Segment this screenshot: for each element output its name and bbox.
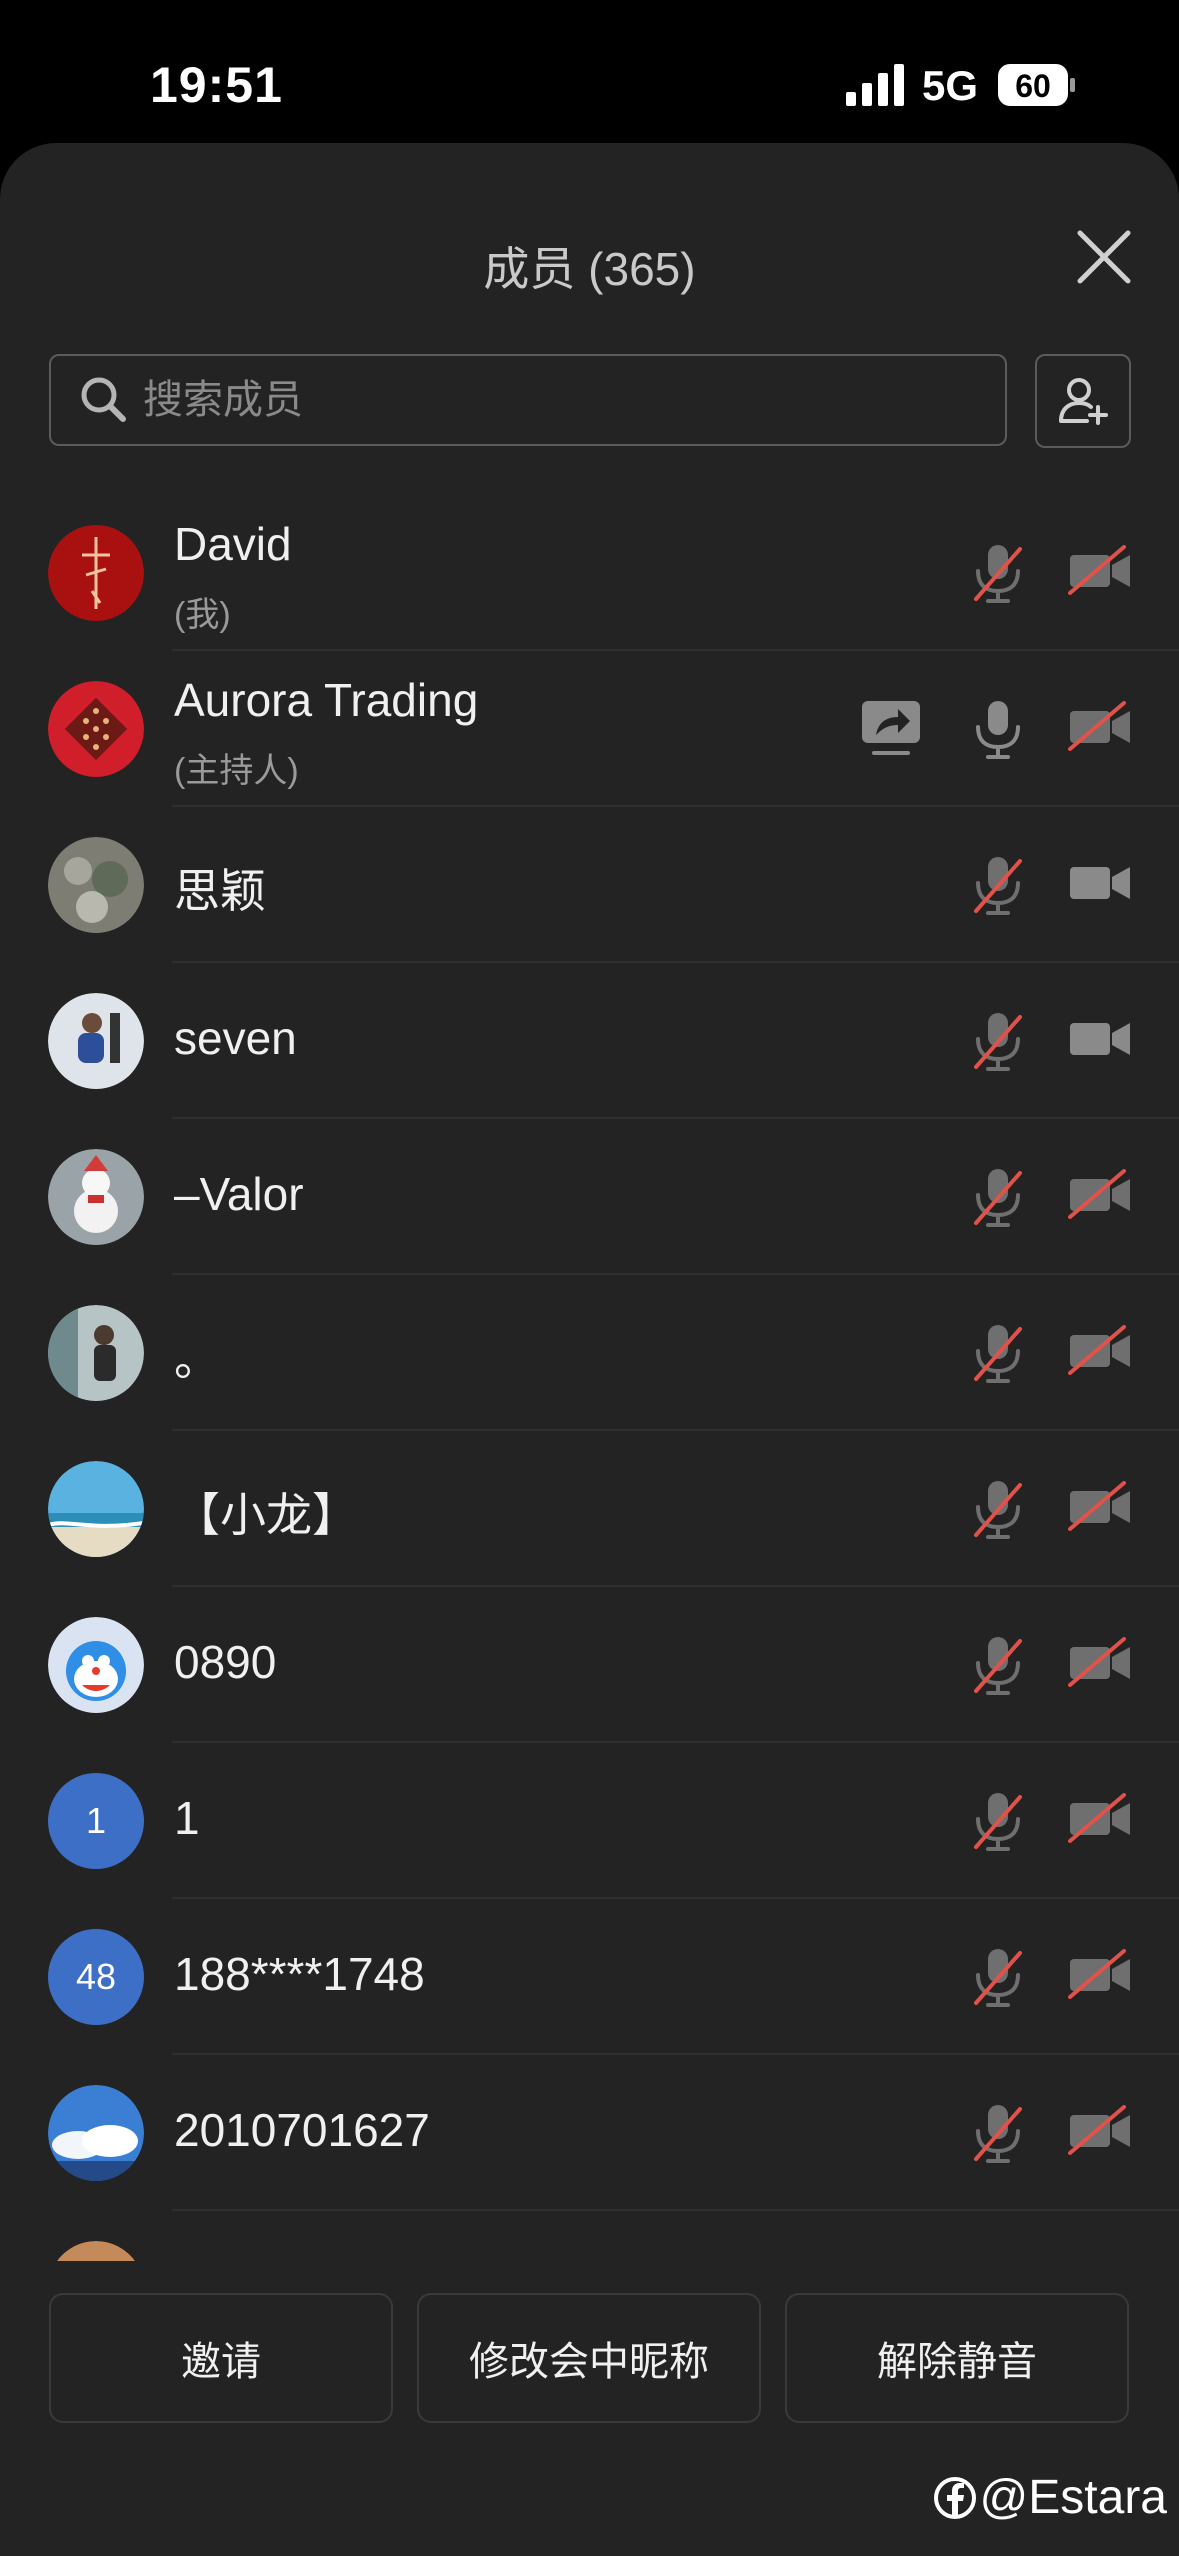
member-name: 。: [174, 1333, 220, 1385]
member-role: (我): [174, 596, 231, 634]
member-name: 【小龙】: [174, 1489, 358, 1541]
avatar: [48, 525, 144, 621]
member-name: seven: [174, 1012, 297, 1064]
member-name: 1: [174, 1792, 200, 1844]
members-sheet: 成员 (365) David (我): [0, 143, 1179, 2556]
mic-muted-icon[interactable]: [970, 1789, 1026, 1853]
member-name: 2010701627: [174, 2104, 430, 2156]
member-row[interactable]: [0, 2211, 1179, 2261]
signal-icon: [846, 64, 904, 106]
avatar: [48, 993, 144, 1089]
mic-muted-icon[interactable]: [970, 1321, 1026, 1385]
camera-off-icon[interactable]: [1068, 1949, 1132, 1999]
avatar: [48, 1149, 144, 1245]
camera-off-icon[interactable]: [1068, 2105, 1132, 2155]
member-name: 思颖: [174, 865, 266, 917]
avatar: [48, 1305, 144, 1401]
avatar: [48, 1461, 144, 1557]
mic-muted-icon[interactable]: [970, 1009, 1026, 1073]
battery-icon: 60: [998, 64, 1075, 106]
mic-muted-icon[interactable]: [970, 1165, 1026, 1229]
unmute-button[interactable]: 解除静音: [785, 2293, 1129, 2423]
camera-off-icon[interactable]: [1068, 1481, 1132, 1531]
status-time: 19:51: [150, 57, 283, 113]
add-member-button[interactable]: [1035, 354, 1131, 448]
watermark-text: @Estara: [979, 2471, 1167, 2524]
avatar: [48, 2085, 144, 2181]
member-row[interactable]: 1 1: [0, 1743, 1179, 1899]
mic-muted-icon[interactable]: [970, 853, 1026, 917]
add-user-icon: [1059, 378, 1108, 425]
camera-off-icon[interactable]: [1068, 701, 1132, 751]
mic-on-icon[interactable]: [970, 697, 1026, 761]
rename-button[interactable]: 修改会中昵称: [417, 2293, 761, 2423]
mic-muted-icon[interactable]: [970, 1945, 1026, 2009]
status-bar: 19:51 5G 60: [0, 0, 1179, 150]
facebook-icon: [933, 2476, 976, 2519]
avatar: [57, 2241, 135, 2261]
member-row[interactable]: 48 188****1748: [0, 1899, 1179, 2055]
member-row[interactable]: seven: [0, 963, 1179, 1119]
member-row[interactable]: 2010701627: [0, 2055, 1179, 2211]
camera-off-icon[interactable]: [1068, 1169, 1132, 1219]
screen-share-icon[interactable]: [860, 699, 922, 757]
member-name: David: [174, 518, 292, 570]
avatar: 48: [48, 1929, 144, 2025]
camera-on-icon[interactable]: [1068, 857, 1132, 907]
camera-off-icon[interactable]: [1068, 1637, 1132, 1687]
member-row[interactable]: Aurora Trading (主持人): [0, 651, 1179, 807]
search-box[interactable]: [49, 354, 1007, 446]
mic-muted-icon[interactable]: [970, 541, 1026, 605]
camera-off-icon[interactable]: [1068, 1793, 1132, 1843]
mic-muted-icon[interactable]: [970, 2101, 1026, 2165]
member-name: Aurora Trading: [174, 674, 479, 726]
member-row[interactable]: 。: [0, 1275, 1179, 1431]
close-icon[interactable]: [1072, 225, 1136, 289]
member-row[interactable]: David (我): [0, 495, 1179, 651]
camera-off-icon[interactable]: [1068, 545, 1132, 595]
watermark: @Estara: [933, 2470, 1167, 2525]
sheet-title: 成员 (365): [483, 243, 696, 295]
avatar: [48, 681, 144, 777]
member-row[interactable]: 0890: [0, 1587, 1179, 1743]
battery-level: 60: [1015, 68, 1051, 104]
member-row[interactable]: 【小龙】: [0, 1431, 1179, 1587]
mic-muted-icon[interactable]: [970, 1477, 1026, 1541]
avatar: [48, 837, 144, 933]
invite-button[interactable]: 邀请: [49, 2293, 393, 2423]
camera-on-icon[interactable]: [1068, 1013, 1132, 1063]
network-type: 5G: [922, 62, 979, 109]
member-name: 0890: [174, 1636, 277, 1688]
search-icon: [81, 377, 126, 422]
member-list[interactable]: David (我) Aurora Trading (主持人) 思颖 seven …: [0, 495, 1179, 2261]
member-name: –Valor: [174, 1168, 304, 1220]
avatar: [48, 1617, 144, 1713]
member-role: (主持人): [174, 752, 299, 790]
mic-muted-icon[interactable]: [970, 1633, 1026, 1697]
search-input[interactable]: [141, 359, 965, 441]
camera-off-icon[interactable]: [1068, 1325, 1132, 1375]
member-row[interactable]: 思颖: [0, 807, 1179, 963]
avatar: 1: [48, 1773, 144, 1869]
member-row[interactable]: –Valor: [0, 1119, 1179, 1275]
member-name: 188****1748: [174, 1948, 425, 2000]
